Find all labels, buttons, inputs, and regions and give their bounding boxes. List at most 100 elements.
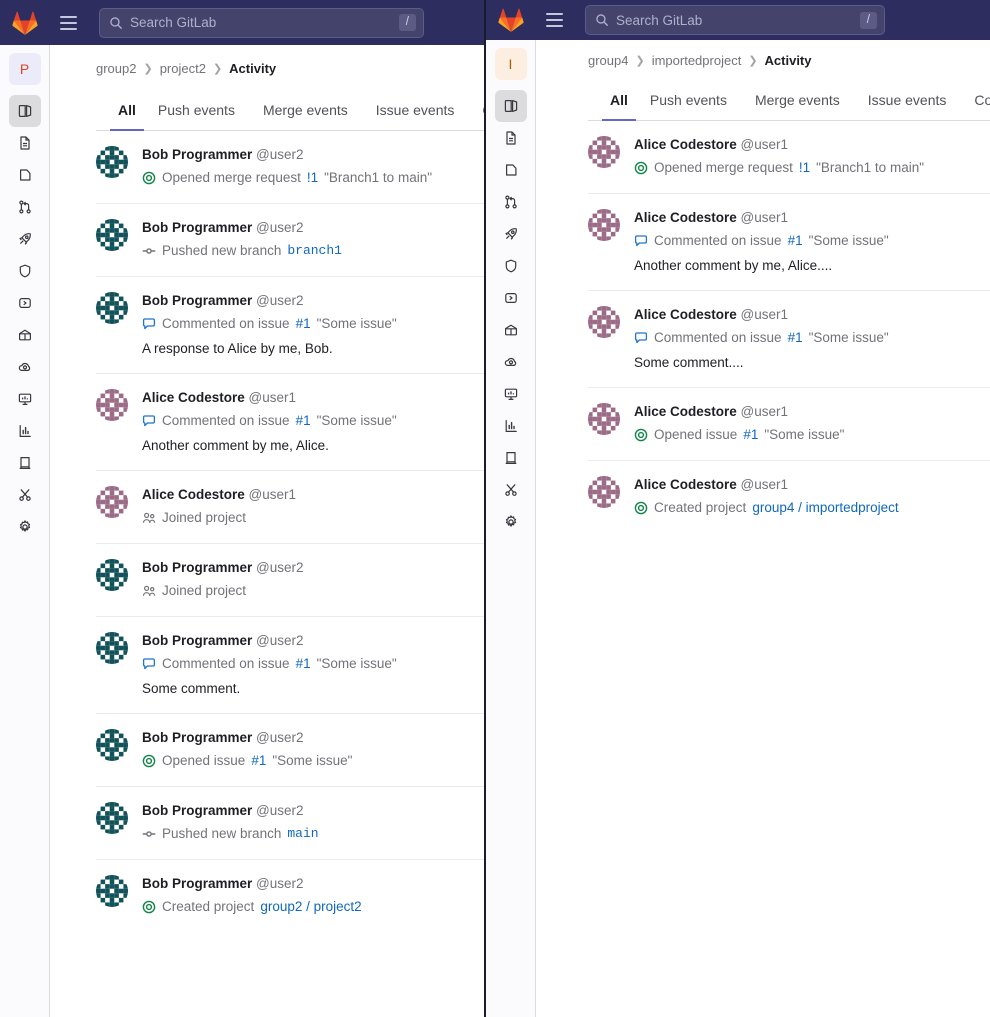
rail-deployments-button[interactable]: [495, 282, 527, 314]
gitlab-logo-icon[interactable]: [486, 8, 536, 32]
author-handle[interactable]: @user1: [245, 487, 296, 502]
tab-all[interactable]: All: [110, 92, 144, 131]
avatar[interactable]: [96, 389, 128, 421]
branch-ref-link[interactable]: branch1: [287, 240, 342, 262]
tab-issue-events[interactable]: Issue events: [362, 92, 469, 131]
rail-packages-box-button[interactable]: [9, 319, 41, 351]
search-input[interactable]: Search GitLab /: [585, 5, 885, 35]
rail-wiki-book-button[interactable]: [495, 442, 527, 474]
author-handle[interactable]: @user1: [737, 137, 788, 152]
rail-pipelines-rocket-button[interactable]: [495, 218, 527, 250]
main-menu-toggle[interactable]: [539, 5, 569, 35]
rail-snippets-scissors-button[interactable]: [9, 479, 41, 511]
rail-pipelines-rocket-button[interactable]: [9, 223, 41, 255]
item-ref-link[interactable]: group2 / project2: [260, 896, 361, 918]
avatar[interactable]: [96, 802, 128, 834]
avatar[interactable]: [588, 306, 620, 338]
rail-project-overview-button[interactable]: [494, 90, 527, 122]
author-name[interactable]: Bob Programmer: [142, 803, 252, 818]
author-name[interactable]: Alice Codestore: [634, 307, 737, 322]
avatar[interactable]: [96, 729, 128, 761]
avatar[interactable]: [588, 209, 620, 241]
rail-snippets-scissors-button[interactable]: [495, 474, 527, 506]
author-handle[interactable]: @user2: [252, 730, 303, 745]
item-ref-link[interactable]: #1: [743, 424, 758, 446]
main-menu-toggle[interactable]: [53, 8, 83, 38]
avatar[interactable]: [96, 292, 128, 324]
author-name[interactable]: Alice Codestore: [634, 210, 737, 225]
rail-analytics-chart-button[interactable]: [495, 410, 527, 442]
rail-operations-cloud-gear-button[interactable]: [495, 346, 527, 378]
item-ref-link[interactable]: #1: [251, 750, 266, 772]
rail-repository-file-button[interactable]: [495, 122, 527, 154]
author-name[interactable]: Alice Codestore: [634, 404, 737, 419]
avatar[interactable]: [96, 559, 128, 591]
author-handle[interactable]: @user2: [252, 220, 303, 235]
author-handle[interactable]: @user1: [737, 477, 788, 492]
author-name[interactable]: Bob Programmer: [142, 220, 252, 235]
item-ref-link[interactable]: #1: [296, 653, 311, 675]
author-handle[interactable]: @user2: [252, 876, 303, 891]
avatar[interactable]: [96, 146, 128, 178]
branch-ref-link[interactable]: main: [287, 823, 318, 845]
avatar[interactable]: [96, 875, 128, 907]
rail-security-shield-button[interactable]: [495, 250, 527, 282]
author-name[interactable]: Alice Codestore: [634, 477, 737, 492]
gitlab-logo-icon[interactable]: [0, 11, 50, 35]
avatar[interactable]: [588, 403, 620, 435]
search-input[interactable]: Search GitLab /: [99, 7, 424, 38]
item-ref-link[interactable]: #1: [296, 410, 311, 432]
tab-push-events[interactable]: Push events: [144, 92, 249, 131]
rail-packages-box-button[interactable]: [495, 314, 527, 346]
rail-issues-button[interactable]: [495, 154, 527, 186]
breadcrumb-project[interactable]: importedproject: [652, 53, 742, 68]
breadcrumb-group[interactable]: group4: [588, 53, 628, 68]
author-name[interactable]: Bob Programmer: [142, 560, 252, 575]
rail-operations-cloud-gear-button[interactable]: [9, 351, 41, 383]
rail-merge-requests-button[interactable]: [495, 186, 527, 218]
author-handle[interactable]: @user2: [252, 633, 303, 648]
item-ref-link[interactable]: group4 / importedproject: [752, 497, 898, 519]
author-handle[interactable]: @user2: [252, 803, 303, 818]
rail-analytics-chart-button[interactable]: [9, 415, 41, 447]
avatar[interactable]: [588, 476, 620, 508]
author-handle[interactable]: @user2: [252, 147, 303, 162]
author-handle[interactable]: @user1: [737, 210, 788, 225]
author-name[interactable]: Alice Codestore: [142, 487, 245, 502]
avatar[interactable]: [588, 136, 620, 168]
item-ref-link[interactable]: !1: [307, 167, 318, 189]
rail-merge-requests-button[interactable]: [9, 191, 41, 223]
rail-settings-gear-button[interactable]: [9, 511, 41, 543]
tab-issue-events[interactable]: Issue events: [854, 82, 961, 121]
tab-all[interactable]: All: [602, 82, 636, 121]
author-handle[interactable]: @user2: [252, 560, 303, 575]
author-handle[interactable]: @user2: [252, 293, 303, 308]
author-name[interactable]: Alice Codestore: [142, 390, 245, 405]
author-name[interactable]: Bob Programmer: [142, 730, 252, 745]
project-avatar[interactable]: P: [8, 53, 41, 85]
project-avatar[interactable]: I: [494, 48, 527, 80]
author-name[interactable]: Alice Codestore: [634, 137, 737, 152]
rail-monitor-button[interactable]: [9, 383, 41, 415]
rail-repository-file-button[interactable]: [9, 127, 41, 159]
rail-project-overview-button[interactable]: [8, 95, 41, 127]
author-handle[interactable]: @user1: [245, 390, 296, 405]
author-name[interactable]: Bob Programmer: [142, 147, 252, 162]
avatar[interactable]: [96, 632, 128, 664]
rail-wiki-book-button[interactable]: [9, 447, 41, 479]
author-name[interactable]: Bob Programmer: [142, 876, 252, 891]
breadcrumb-project[interactable]: project2: [160, 61, 206, 76]
avatar[interactable]: [96, 486, 128, 518]
tab-push-events[interactable]: Push events: [636, 82, 741, 121]
item-ref-link[interactable]: !1: [799, 157, 810, 179]
rail-deployments-button[interactable]: [9, 287, 41, 319]
breadcrumb-group[interactable]: group2: [96, 61, 136, 76]
avatar[interactable]: [96, 219, 128, 251]
item-ref-link[interactable]: #1: [788, 230, 803, 252]
item-ref-link[interactable]: #1: [788, 327, 803, 349]
rail-issues-button[interactable]: [9, 159, 41, 191]
author-name[interactable]: Bob Programmer: [142, 633, 252, 648]
item-ref-link[interactable]: #1: [296, 313, 311, 335]
rail-security-shield-button[interactable]: [9, 255, 41, 287]
author-name[interactable]: Bob Programmer: [142, 293, 252, 308]
